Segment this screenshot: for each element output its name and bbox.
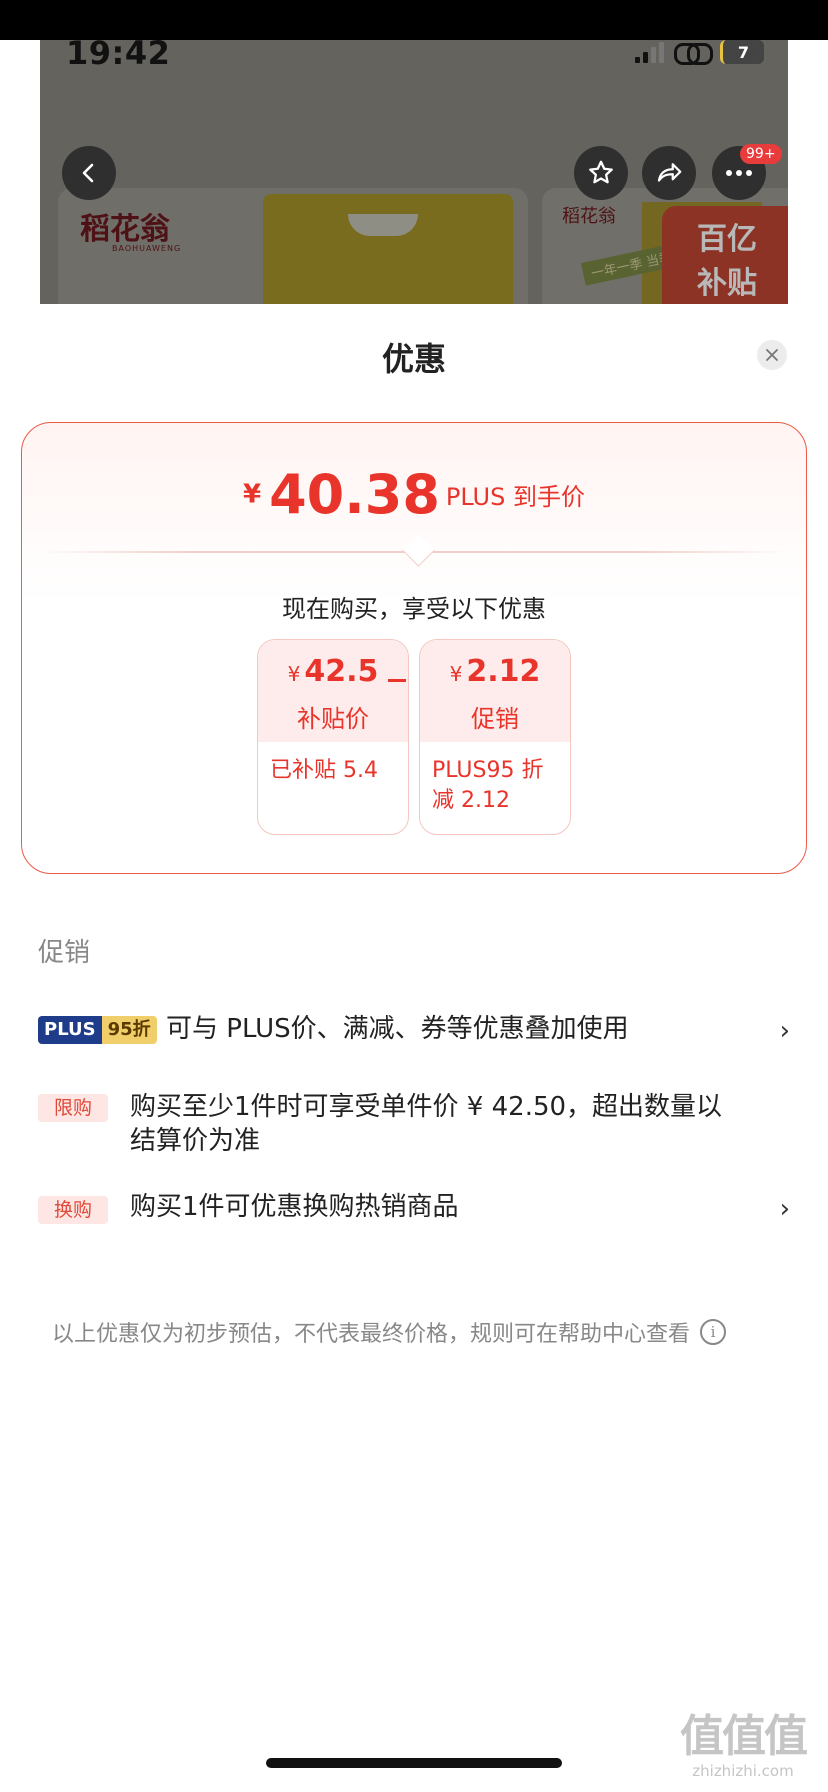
promotion-row-exchange[interactable]: 换购 购买1件可优惠换购热销商品 › — [38, 1190, 798, 1234]
promotion-row-plus[interactable]: PLUS 95折 可与 PLUS价、满减、券等优惠叠加使用 › — [38, 1012, 798, 1056]
breakdown-intro: 现在购买，享受以下优惠 — [282, 595, 546, 623]
sheet-title: 优惠 — [381, 340, 446, 378]
subsidy-detail: 已补贴 5.4 — [270, 758, 378, 783]
chevron-left-icon — [82, 163, 94, 183]
plus-label: PLUS — [38, 1016, 102, 1044]
minus-sign — [388, 679, 406, 682]
watermark-url: zhizhizhi.com — [692, 1762, 794, 1780]
currency-symbol: ¥ — [287, 662, 301, 686]
subsidy-price-amount: ¥42.5 — [258, 640, 408, 689]
amount: 2.12 — [466, 654, 541, 689]
subsidy-price-header: ¥42.5 补贴价 — [258, 640, 408, 742]
more-icon — [726, 170, 752, 176]
promotion-header: ¥2.12 促销 — [420, 640, 570, 742]
battery-icon: 7 — [720, 40, 764, 64]
final-price-row: ¥40.38 PLUS 到手价 — [22, 463, 806, 526]
exchange-tag: 换购 — [38, 1196, 108, 1224]
promotion-text: 购买至少1件时可享受单件价 ¥ 42.50，超出数量以结算价为准 — [130, 1092, 723, 1156]
screen: 稻花翁 BAOHUAWENG 稻花翁 一年一季 当季新米 百亿 补贴 19:42… — [0, 0, 828, 1792]
share-icon — [657, 163, 682, 182]
close-button[interactable] — [757, 340, 787, 370]
promotion-box: ¥2.12 促销 PLUS95 折减 2.12 — [419, 639, 571, 835]
amount: 42.5 — [304, 654, 379, 689]
promotion-text: 可与 PLUS价、满减、券等优惠叠加使用 — [166, 1014, 629, 1044]
subsidy-price-caption: 补贴价 — [297, 705, 369, 733]
subsidy-price-box: ¥42.5 补贴价 已补贴 5.4 — [257, 639, 409, 835]
promotion-amount: ¥2.12 — [420, 640, 570, 689]
home-indicator[interactable] — [266, 1758, 562, 1768]
status-icons: 7 — [635, 40, 764, 65]
final-price-label: PLUS 到手价 — [445, 483, 585, 511]
promotion-caption: 促销 — [471, 705, 519, 733]
discount-label: 95折 — [101, 1016, 157, 1044]
currency-symbol: ¥ — [243, 479, 262, 510]
discount-sheet: 优惠 ¥40.38 PLUS 到手价 现在购买，享受以下优惠 ¥42.5 补贴价 … — [0, 304, 828, 1792]
promotion-detail: PLUS95 折减 2.12 — [432, 758, 544, 813]
promotions-section-label: 促销 — [38, 938, 91, 968]
disclaimer: 以上优惠仅为初步预估，不代表最终价格，规则可在帮助中心查看 i — [52, 1316, 727, 1348]
watermark-logo: 值值值 — [680, 1711, 808, 1762]
link-icon — [674, 41, 713, 65]
divider-notch — [402, 534, 435, 567]
message-badge: 99+ — [740, 144, 782, 164]
favorite-button[interactable] — [574, 146, 628, 200]
chevron-right-icon: › — [779, 1194, 790, 1224]
final-price: 40.38 — [269, 463, 440, 526]
disclaimer-text: 以上优惠仅为初步预估，不代表最终价格，规则可在帮助中心查看 — [52, 1322, 691, 1347]
back-button[interactable] — [62, 146, 116, 200]
promotion-text: 购买1件可优惠换购热销商品 — [130, 1192, 459, 1222]
watermark: 值值值 zhizhizhi.com — [680, 1700, 808, 1780]
info-icon[interactable]: i — [700, 1319, 727, 1345]
currency-symbol: ¥ — [449, 662, 463, 686]
limit-tag: 限购 — [38, 1094, 108, 1122]
signal-icon — [635, 41, 664, 63]
promotion-row-limit: 限购 购买至少1件时可享受单件价 ¥ 42.50，超出数量以结算价为准 — [38, 1088, 798, 1168]
chevron-right-icon: › — [779, 1016, 790, 1046]
price-summary-card: ¥40.38 PLUS 到手价 现在购买，享受以下优惠 ¥42.5 补贴价 已补贴… — [21, 422, 807, 874]
close-icon — [766, 349, 778, 361]
share-button[interactable] — [642, 146, 696, 200]
star-icon — [589, 160, 613, 184]
status-time: 19:42 — [66, 34, 171, 72]
plus-95-tag: PLUS 95折 — [38, 1016, 157, 1044]
